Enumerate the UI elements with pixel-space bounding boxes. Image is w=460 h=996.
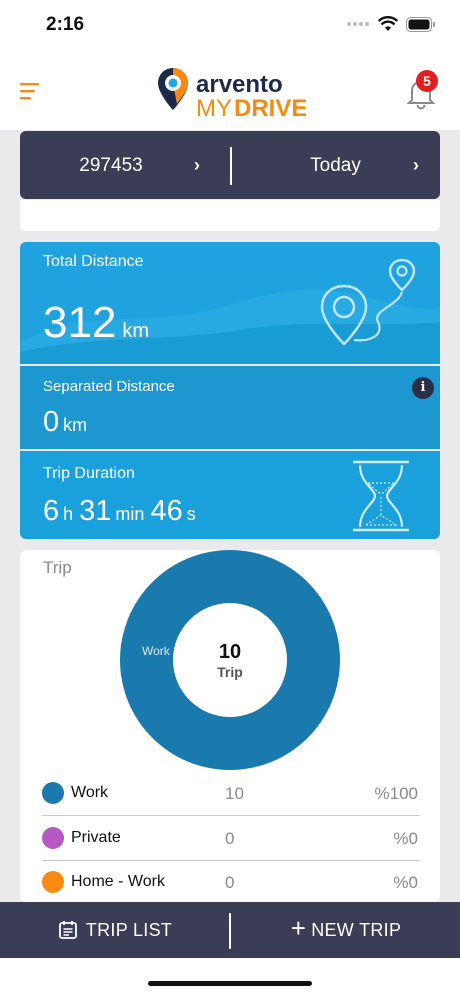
vehicle-selector[interactable]: 297453 › bbox=[20, 131, 230, 199]
legend-color-dot bbox=[42, 782, 64, 804]
trip-duration-value: 6 h 31 min 46 s bbox=[43, 495, 202, 528]
home-indicator bbox=[148, 981, 312, 986]
vehicle-plate: 297453 bbox=[79, 155, 143, 176]
period-selector[interactable]: Today › bbox=[231, 131, 440, 199]
wifi-icon bbox=[378, 16, 398, 31]
vehicle-period-selector: 297453 › Today › bbox=[20, 131, 440, 199]
selector-shadow-strip bbox=[20, 200, 440, 231]
donut-center-value: 10 bbox=[219, 641, 241, 663]
chevron-right-icon: › bbox=[194, 155, 200, 175]
calendar-list-icon bbox=[58, 921, 77, 939]
bottom-action-bar: TRIP LIST + NEW TRIP bbox=[0, 902, 460, 958]
bottom-bar-divider bbox=[229, 913, 231, 949]
legend-trip-count: 0 bbox=[225, 829, 235, 848]
stats-card: Total Distance 312 km Separated Distance … bbox=[20, 242, 440, 539]
legend-category-name: Private bbox=[71, 829, 121, 846]
duration-minutes-unit: min bbox=[115, 504, 145, 524]
trip-card-title: Trip bbox=[43, 558, 72, 577]
plus-icon: + bbox=[290, 913, 307, 943]
info-icon[interactable]: i bbox=[412, 377, 434, 399]
notification-badge: 5 bbox=[416, 70, 438, 92]
new-trip-label: NEW TRIP bbox=[311, 919, 402, 940]
trip-list-button[interactable]: TRIP LIST bbox=[0, 902, 230, 958]
logo-text-my: MY bbox=[196, 95, 232, 116]
donut-slice-label-work: Work bbox=[142, 644, 171, 658]
legend-color-dot bbox=[42, 871, 64, 893]
legend-percentage: %100 bbox=[374, 784, 418, 803]
legend-trip-count: 0 bbox=[225, 873, 235, 892]
duration-seconds: 46 bbox=[150, 495, 183, 527]
app-header: arvento MY DRIVE 5 bbox=[0, 50, 460, 130]
trip-duration-panel: Trip Duration 6 h 31 min 46 s bbox=[20, 451, 440, 539]
trip-donut-chart: 10 Trip Work bbox=[120, 550, 340, 770]
donut-center-label: Trip bbox=[217, 664, 243, 680]
separated-distance-unit: km bbox=[63, 415, 88, 435]
duration-hours: 6 bbox=[43, 495, 60, 527]
trip-duration-label: Trip Duration bbox=[43, 465, 135, 482]
menu-icon[interactable] bbox=[20, 80, 42, 102]
trip-list-label: TRIP LIST bbox=[85, 919, 173, 940]
legend-percentage: %0 bbox=[393, 829, 418, 848]
legend-row: Work 10 %100 bbox=[40, 772, 420, 816]
battery-icon bbox=[406, 16, 435, 32]
legend-trip-count: 10 bbox=[225, 784, 244, 803]
legend-percentage: %0 bbox=[393, 873, 418, 892]
legend-divider bbox=[42, 815, 420, 816]
duration-seconds-unit: s bbox=[186, 504, 196, 524]
separated-distance-value: 0 km bbox=[43, 406, 93, 439]
trip-chart-card: Trip 10 Trip Work Work 10 %100 Private 0 %0 Ho… bbox=[20, 550, 440, 902]
legend-row: Home - Work 0 %0 bbox=[40, 861, 420, 905]
route-pin-icon bbox=[320, 258, 416, 346]
duration-hours-unit: h bbox=[63, 504, 74, 524]
status-time: 2:16 bbox=[46, 14, 85, 35]
total-distance-unit: km bbox=[122, 320, 150, 342]
separated-distance-label: Separated Distance bbox=[43, 378, 175, 395]
status-bar: 2:16 bbox=[0, 0, 460, 50]
new-trip-button[interactable]: + NEW TRIP bbox=[232, 902, 460, 958]
chevron-right-icon: › bbox=[413, 155, 419, 175]
logo-text-drive: DRIVE bbox=[234, 95, 306, 116]
separated-distance-number: 0 bbox=[43, 406, 60, 438]
total-distance-label: Total Distance bbox=[43, 253, 144, 270]
status-icons bbox=[346, 16, 436, 32]
legend-color-dot bbox=[42, 827, 64, 849]
period-label: Today bbox=[310, 155, 361, 176]
arvento-mydrive-logo: arvento MY DRIVE bbox=[158, 68, 306, 116]
logo-text-arvento: arvento bbox=[196, 71, 283, 98]
duration-minutes: 31 bbox=[79, 495, 112, 527]
separated-distance-panel: Separated Distance i 0 km bbox=[20, 366, 440, 449]
hourglass-icon bbox=[353, 460, 409, 532]
signal-icon bbox=[347, 22, 369, 26]
total-distance-value: 312 km bbox=[43, 298, 149, 348]
legend-row: Private 0 %0 bbox=[40, 817, 420, 861]
total-distance-number: 312 bbox=[43, 298, 117, 347]
legend-category-name: Home - Work bbox=[71, 873, 165, 890]
legend-category-name: Work bbox=[71, 784, 109, 801]
total-distance-panel: Total Distance 312 km bbox=[20, 242, 440, 364]
